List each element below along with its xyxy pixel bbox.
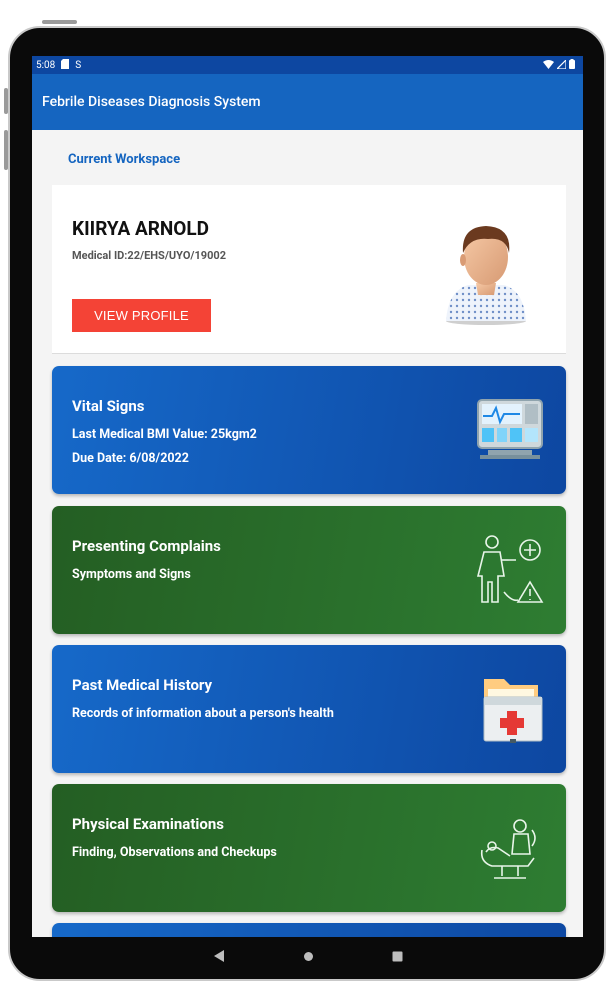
vital-signs-card[interactable]: Vital Signs Last Medical BMI Value: 25kg… [52,366,566,494]
card-subtitle: Symptoms and Signs [72,567,191,582]
monitor-icon [472,392,548,468]
card-subtitle: Finding, Observations and Checkups [72,845,277,860]
app-title: Febrile Diseases Diagnosis System [42,94,261,110]
card-title: Past Medical History [72,676,213,694]
view-profile-button[interactable]: VIEW PROFILE [72,299,211,332]
card-subtitle: Records of information about a person's … [72,706,334,721]
card-title: Physical Examinations [72,815,224,833]
wifi-icon [543,59,554,72]
symptoms-icon [472,532,548,608]
card-title: Presenting Complains [72,537,221,555]
home-icon[interactable] [303,947,314,966]
signal-icon [555,58,567,72]
recents-icon[interactable] [392,947,403,966]
medical-folder-icon [472,671,548,747]
system-nav-bar [32,937,583,975]
battery-icon [569,59,575,72]
app-screen: 5:08 S Febrile Diseases Diagnosis System… [32,56,583,937]
card-bmi-line: Last Medical BMI Value: 25kgm2 [72,427,257,442]
app-bar: Febrile Diseases Diagnosis System [32,74,583,130]
profile-card: KIIRYA ARNOLD Medical ID:22/EHS/UYO/1900… [52,185,566,354]
sd-card-icon [61,58,70,72]
back-icon[interactable] [213,947,225,966]
card-title: Vital Signs [72,397,145,415]
examination-icon [472,810,548,886]
status-bar: 5:08 S [32,56,583,74]
workspace-label: Current Workspace [68,152,181,167]
power-button [42,20,77,24]
workspace-section: Current Workspace [52,152,566,167]
sync-icon: S [75,59,82,71]
past-medical-history-card[interactable]: Past Medical History Records of informat… [52,645,566,773]
presenting-complains-card[interactable]: Presenting Complains Symptoms and Signs [52,506,566,634]
status-time: 5:08 [36,59,56,71]
physical-examinations-card[interactable]: Physical Examinations Finding, Observati… [52,784,566,912]
patient-name: KIIRYA ARNOLD [72,217,210,240]
patient-avatar [436,213,532,325]
next-section-card[interactable] [52,923,566,937]
card-due-date-line: Due Date: 6/08/2022 [72,451,189,466]
medical-id: Medical ID:22/EHS/UYO/19002 [72,249,227,262]
